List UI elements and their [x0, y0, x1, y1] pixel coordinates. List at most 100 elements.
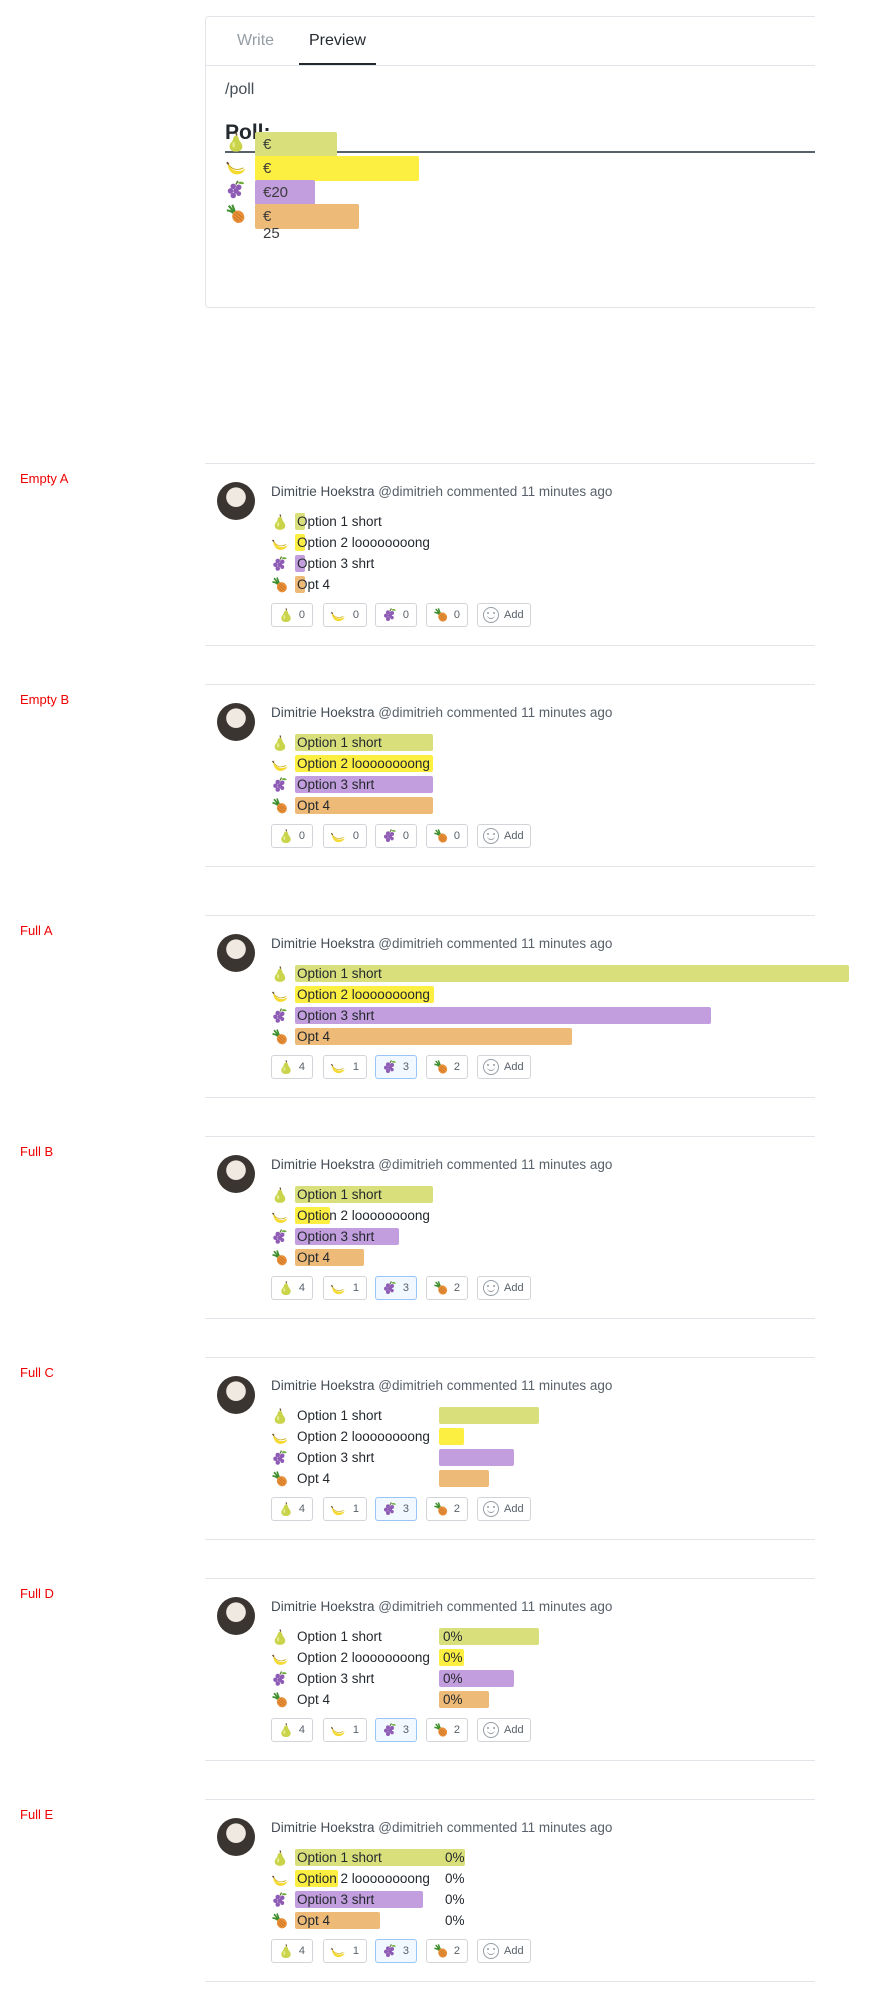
- reaction-grape-button[interactable]: 0: [375, 824, 417, 848]
- author-name[interactable]: Dimitrie Hoekstra: [271, 1378, 375, 1393]
- poll-option[interactable]: Option 1 short: [271, 964, 878, 984]
- comment-time[interactable]: 11 minutes ago: [521, 705, 612, 720]
- poll-option[interactable]: Option 2 loooooooong 0%: [271, 1648, 878, 1668]
- poll-option[interactable]: Option 1 short 0%: [271, 1848, 878, 1868]
- author-handle[interactable]: @dimitrieh: [378, 705, 443, 720]
- comment-time[interactable]: 11 minutes ago: [521, 484, 612, 499]
- reaction-pear-button[interactable]: 4: [271, 1276, 313, 1300]
- reaction-pear-button[interactable]: 4: [271, 1718, 313, 1742]
- reaction-pineapple-button[interactable]: 2: [426, 1497, 468, 1521]
- reaction-count: 0: [352, 609, 359, 621]
- reaction-pear-button[interactable]: 4: [271, 1497, 313, 1521]
- reaction-pineapple-button[interactable]: 2: [426, 1939, 468, 1963]
- author-handle[interactable]: @dimitrieh: [378, 484, 443, 499]
- avatar[interactable]: [217, 482, 255, 520]
- poll-option[interactable]: Option 2 loooooooong: [271, 533, 878, 553]
- reaction-banana-button[interactable]: 0: [323, 824, 367, 848]
- poll-option[interactable]: Opt 4: [271, 1469, 878, 1489]
- add-reaction-button[interactable]: Add: [477, 824, 531, 848]
- poll-option[interactable]: Option 2 loooooooong: [271, 1206, 878, 1226]
- author-name[interactable]: Dimitrie Hoekstra: [271, 1820, 375, 1835]
- comment-time[interactable]: 11 minutes ago: [521, 1378, 612, 1393]
- author-handle[interactable]: @dimitrieh: [378, 1157, 443, 1172]
- reaction-grape-button[interactable]: 3: [375, 1055, 417, 1079]
- comment-time[interactable]: 11 minutes ago: [521, 1820, 612, 1835]
- reaction-pear-button[interactable]: 0: [271, 603, 313, 627]
- reaction-pear-button[interactable]: 4: [271, 1939, 313, 1963]
- poll-option-label: Option 1 short: [297, 514, 382, 529]
- poll-option[interactable]: Opt 4: [271, 575, 878, 595]
- poll-option[interactable]: Option 3 shrt: [271, 1448, 878, 1468]
- poll-option[interactable]: Option 1 short: [271, 512, 878, 532]
- author-handle[interactable]: @dimitrieh: [378, 936, 443, 951]
- poll-option[interactable]: Opt 4 0%: [271, 1911, 878, 1931]
- poll-option[interactable]: Option 3 shrt: [271, 554, 878, 574]
- reaction-banana-button[interactable]: 1: [323, 1276, 367, 1300]
- author-handle[interactable]: @dimitrieh: [378, 1820, 443, 1835]
- author-name[interactable]: Dimitrie Hoekstra: [271, 484, 375, 499]
- poll-option[interactable]: Option 1 short: [271, 733, 878, 753]
- reaction-grape-button[interactable]: 3: [375, 1718, 417, 1742]
- avatar[interactable]: [217, 1597, 255, 1635]
- avatar[interactable]: [217, 1155, 255, 1193]
- tab-preview[interactable]: Preview: [299, 32, 376, 65]
- avatar[interactable]: [217, 1376, 255, 1414]
- reaction-banana-button[interactable]: 1: [323, 1055, 367, 1079]
- add-reaction-button[interactable]: Add: [477, 1497, 531, 1521]
- poll-option[interactable]: Option 3 shrt: [271, 775, 878, 795]
- poll-option[interactable]: Opt 4: [271, 796, 878, 816]
- author-name[interactable]: Dimitrie Hoekstra: [271, 705, 375, 720]
- poll-option-percent: 0%: [443, 1692, 463, 1707]
- reaction-pineapple-button[interactable]: 0: [426, 603, 468, 627]
- comment-time[interactable]: 11 minutes ago: [521, 1157, 612, 1172]
- reaction-pineapple-button[interactable]: 2: [426, 1055, 468, 1079]
- reaction-pineapple-button[interactable]: 2: [426, 1718, 468, 1742]
- reaction-pear-button[interactable]: 0: [271, 824, 313, 848]
- reaction-banana-button[interactable]: 1: [323, 1939, 367, 1963]
- poll-option[interactable]: Option 2 loooooooong: [271, 1427, 878, 1447]
- poll-option[interactable]: Option 1 short: [271, 1185, 878, 1205]
- add-reaction-button[interactable]: Add: [477, 1718, 531, 1742]
- reaction-banana-button[interactable]: 1: [323, 1718, 367, 1742]
- poll-option[interactable]: Option 3 shrt: [271, 1006, 878, 1026]
- reaction-pear-button[interactable]: 4: [271, 1055, 313, 1079]
- poll-option[interactable]: Option 2 loooooooong: [271, 754, 878, 774]
- reaction-grape-button[interactable]: 0: [375, 603, 417, 627]
- poll-option[interactable]: Option 3 shrt 0%: [271, 1890, 878, 1910]
- poll-option[interactable]: Option 3 shrt: [271, 1227, 878, 1247]
- add-reaction-label: Add: [504, 609, 524, 621]
- reaction-grape-button[interactable]: 3: [375, 1497, 417, 1521]
- author-name[interactable]: Dimitrie Hoekstra: [271, 1599, 375, 1614]
- add-reaction-button[interactable]: Add: [477, 1939, 531, 1963]
- reaction-banana-button[interactable]: 1: [323, 1497, 367, 1521]
- avatar[interactable]: [217, 1818, 255, 1856]
- author-handle[interactable]: @dimitrieh: [378, 1599, 443, 1614]
- avatar[interactable]: [217, 934, 255, 972]
- reactions-bar: 4 1 3 2 Add: [271, 1055, 671, 1079]
- author-name[interactable]: Dimitrie Hoekstra: [271, 936, 375, 951]
- author-handle[interactable]: @dimitrieh: [378, 1378, 443, 1393]
- poll-option[interactable]: Option 3 shrt 0%: [271, 1669, 878, 1689]
- author-name[interactable]: Dimitrie Hoekstra: [271, 1157, 375, 1172]
- comment-time[interactable]: 11 minutes ago: [521, 1599, 612, 1614]
- reaction-pineapple-button[interactable]: 2: [426, 1276, 468, 1300]
- poll-option[interactable]: Option 1 short 0%: [271, 1627, 878, 1647]
- add-reaction-button[interactable]: Add: [477, 603, 531, 627]
- reaction-grape-button[interactable]: 3: [375, 1276, 417, 1300]
- reaction-grape-button[interactable]: 3: [375, 1939, 417, 1963]
- poll-option[interactable]: Opt 4: [271, 1027, 878, 1047]
- add-reaction-button[interactable]: Add: [477, 1055, 531, 1079]
- reaction-pineapple-button[interactable]: 0: [426, 824, 468, 848]
- poll-option-label: Option 1 short: [297, 1408, 382, 1423]
- reaction-count: 4: [298, 1282, 305, 1294]
- poll-option[interactable]: Opt 4: [271, 1248, 878, 1268]
- tab-write[interactable]: Write: [237, 32, 274, 50]
- poll-option[interactable]: Opt 4 0%: [271, 1690, 878, 1710]
- avatar[interactable]: [217, 703, 255, 741]
- poll-option[interactable]: Option 1 short: [271, 1406, 878, 1426]
- poll-option[interactable]: Option 2 loooooooong 0%: [271, 1869, 878, 1889]
- poll-option[interactable]: Option 2 loooooooong: [271, 985, 878, 1005]
- comment-time[interactable]: 11 minutes ago: [521, 936, 612, 951]
- reaction-banana-button[interactable]: 0: [323, 603, 367, 627]
- add-reaction-button[interactable]: Add: [477, 1276, 531, 1300]
